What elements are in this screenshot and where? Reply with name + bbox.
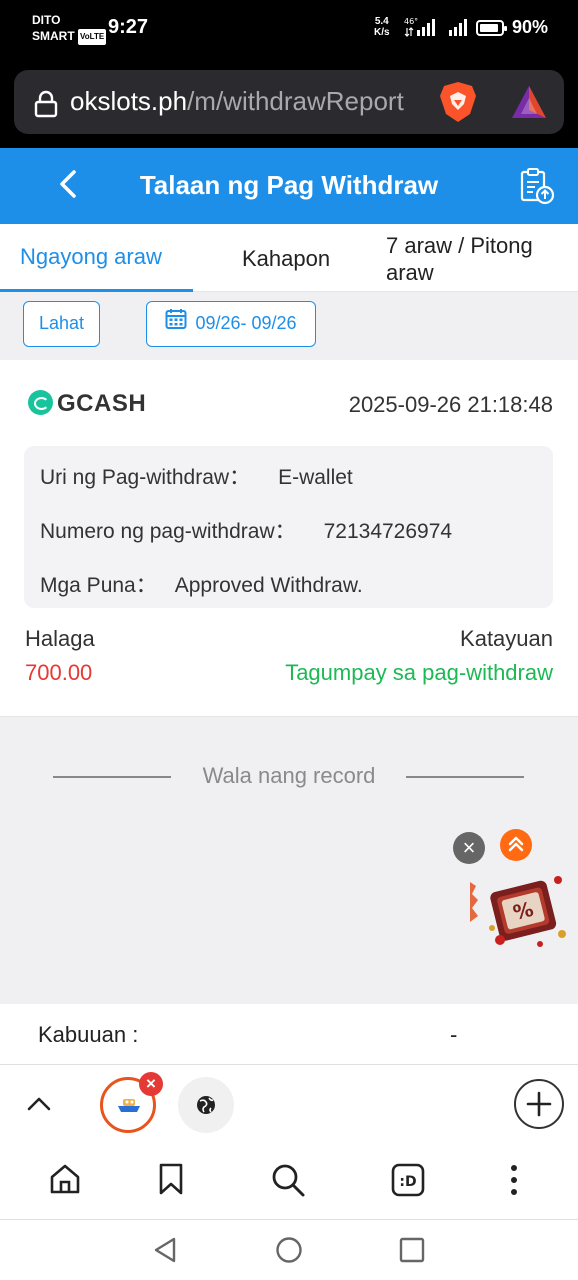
volte-badge: VoLTE <box>78 28 107 45</box>
new-tab-plus-icon[interactable] <box>514 1079 564 1129</box>
network-speed: 5.4 K/s <box>374 16 390 38</box>
brave-rewards-icon[interactable] <box>510 84 548 125</box>
system-nav-bar <box>0 1220 578 1280</box>
chevron-up-icon[interactable] <box>26 1091 52 1122</box>
total-label: Kabuuan : <box>38 1022 139 1047</box>
detail-row-remarks: Mga Puna： Approved Withdraw. <box>40 574 363 597</box>
site-favicon-icon <box>116 1096 142 1119</box>
browser-toolbar: :D <box>0 1140 578 1220</box>
app-header: Talaan ng Pag Withdraw <box>0 148 578 224</box>
record-details: Uri ng Pag-withdraw： E-wallet Numero ng p… <box>24 446 553 608</box>
clock: 9:27 <box>108 16 149 38</box>
record-datetime: 2025-09-26 21:18:48 <box>348 392 553 417</box>
withdraw-record-card[interactable]: GCASH 2025-09-26 21:18:48 Uri ng Pag-wit… <box>0 360 578 717</box>
search-icon[interactable] <box>270 1162 306 1203</box>
chevron-up-double-icon[interactable] <box>500 829 532 861</box>
no-more-records: Wala nang record <box>0 718 578 1004</box>
date-range-label: 09/26- 09/26 <box>195 313 297 333</box>
page-title: Talaan ng Pag Withdraw <box>139 170 439 200</box>
close-tab-icon[interactable]: × <box>139 1072 163 1096</box>
address-bar[interactable]: okslots.ph/m/withdrawReport <box>14 70 564 134</box>
filter-row: Lahat 09/26- 09/26 <box>0 292 578 360</box>
total-value: - <box>450 1022 458 1047</box>
url-text[interactable]: okslots.ph/m/withdrawReport <box>70 86 404 117</box>
provider-logo: GCASH <box>28 390 146 418</box>
browser-tab-strip: × <box>0 1064 578 1140</box>
amount-label: Halaga <box>25 626 95 651</box>
battery-icon <box>476 20 507 36</box>
home-icon[interactable] <box>48 1162 82 1201</box>
status-bar: DITO SMART VoLTE 9:27 5.4 K/s 46° 90% <box>0 0 578 56</box>
summary-row: Kabuuan : - <box>0 1004 578 1064</box>
tab-today[interactable]: Ngayong araw <box>20 244 162 270</box>
promo-gift-icon[interactable]: % <box>470 868 570 955</box>
carrier-name-2: SMART <box>32 29 75 43</box>
tabs-counter-icon[interactable]: :D <box>390 1162 426 1203</box>
amount-value: 700.00 <box>25 660 93 685</box>
status-value: Tagumpay sa pag-withdraw <box>285 660 553 685</box>
signal-4g-icon: 46° <box>404 16 438 43</box>
date-tabs: Ngayong araw Kahapon 7 araw / Pitong ara… <box>0 224 578 292</box>
browser-address-area: okslots.ph/m/withdrawReport <box>0 56 578 148</box>
more-menu-icon[interactable] <box>500 1162 528 1203</box>
nav-home-icon[interactable] <box>275 1236 303 1269</box>
bookmark-icon[interactable] <box>156 1162 186 1201</box>
calendar-icon <box>165 303 187 346</box>
carrier-name: DITO <box>32 13 61 27</box>
tab-7-days[interactable]: 7 araw / Pitong araw <box>386 232 566 286</box>
open-tab-okslots[interactable]: × <box>100 1072 163 1133</box>
type-filter-button[interactable]: Lahat <box>23 301 100 347</box>
carrier-label: DITO SMART VoLTE <box>32 12 107 45</box>
detail-row-type: Uri ng Pag-withdraw： E-wallet <box>40 466 353 489</box>
detail-row-number: Numero ng pag-withdraw： 72134726974 <box>40 520 453 543</box>
open-tab-globe[interactable] <box>178 1077 234 1133</box>
lock-icon <box>34 90 58 123</box>
svg-text::D: :D <box>399 1174 416 1190</box>
status-label: Katayuan <box>460 626 553 651</box>
battery-percent: 90% <box>512 17 549 37</box>
divider <box>406 776 524 778</box>
brave-shields-icon[interactable] <box>438 80 478 129</box>
nav-recents-icon[interactable] <box>398 1236 426 1269</box>
nav-back-icon[interactable] <box>152 1236 180 1269</box>
svg-text:46°: 46° <box>404 17 418 26</box>
globe-icon <box>197 1096 215 1114</box>
clipboard-upload-icon[interactable] <box>516 166 556 211</box>
signal-icon <box>448 18 470 41</box>
close-promo-icon[interactable]: × <box>453 832 485 864</box>
gcash-logo-icon <box>28 390 53 415</box>
date-range-button[interactable]: 09/26- 09/26 <box>146 301 316 347</box>
tab-yesterday[interactable]: Kahapon <box>242 246 330 272</box>
